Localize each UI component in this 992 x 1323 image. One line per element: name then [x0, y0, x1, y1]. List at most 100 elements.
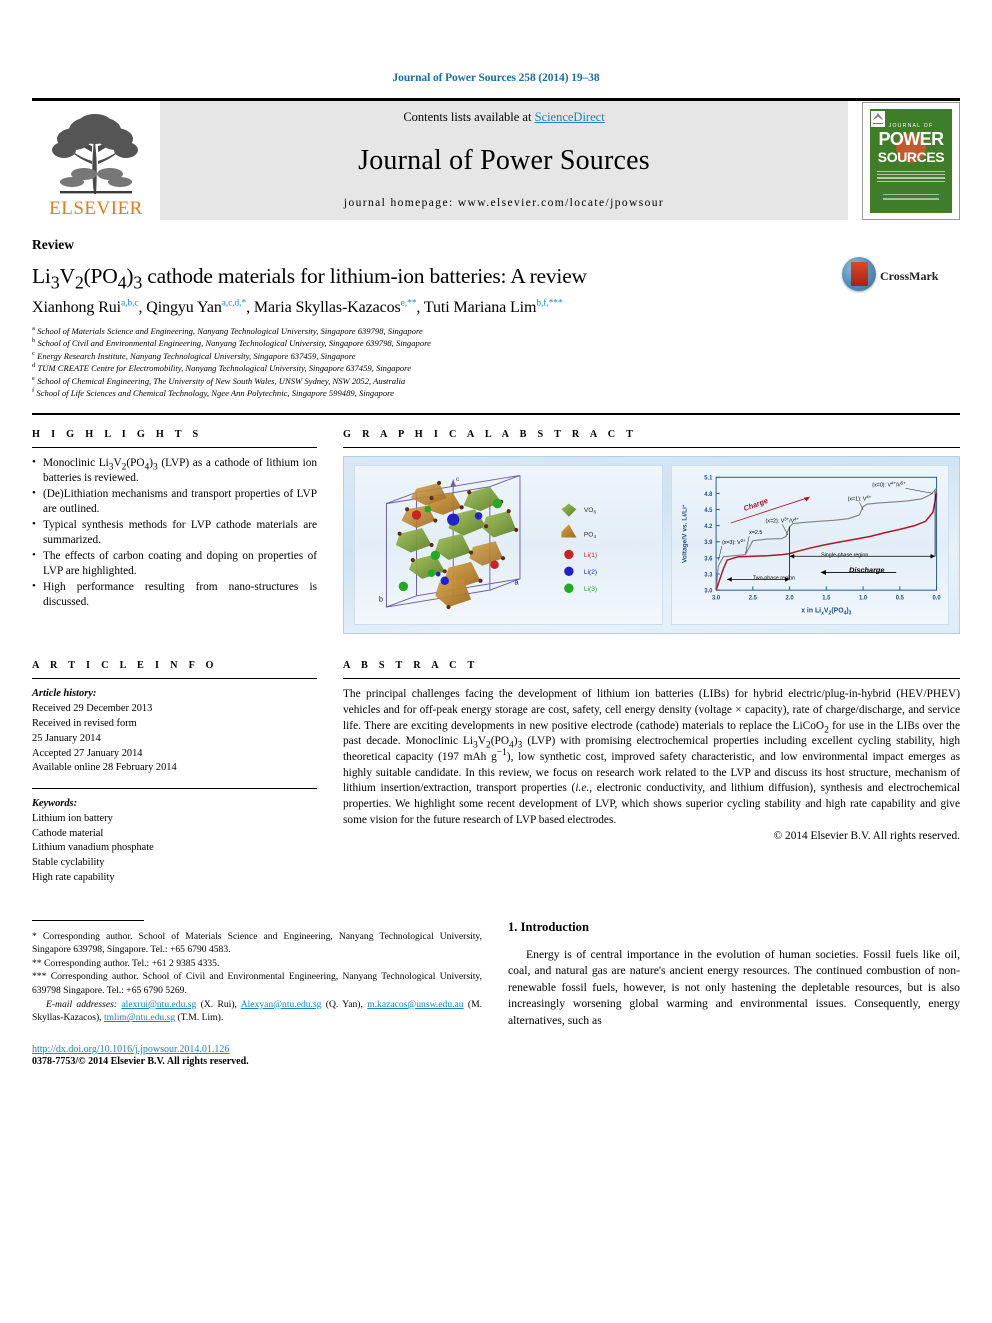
affiliation-item: e School of Chemical Engineering, The Un…: [32, 374, 406, 386]
svg-text:4.2: 4.2: [705, 524, 714, 530]
article-info-column: A R T I C L E I N F O Article history: R…: [32, 660, 317, 885]
author-affiliation-marks: b,f,***: [536, 298, 563, 309]
keyword-lines: Lithium ion battery Cathode material Lithi…: [32, 812, 317, 886]
page-title: Li3V2(PO4)3 cathode materials for lithiu…: [32, 264, 587, 293]
svg-text:Charge: Charge: [743, 496, 770, 513]
svg-text:(x=0): V4+/V5+: (x=0): V4+/V5+: [873, 481, 907, 489]
email-link[interactable]: Alexyan@ntu.edu.sg: [241, 999, 322, 1010]
email-owner: (Q. Yan): [325, 998, 361, 1010]
svg-text:2.5: 2.5: [749, 596, 758, 602]
history-line: Available online 28 February 2014: [32, 762, 177, 774]
highlights-column: H I G H L I G H T S Monoclinic Li3V2(PO4…: [32, 429, 317, 634]
abstract-text: The principal challenges facing the deve…: [343, 688, 961, 826]
history-line: Received in revised form: [32, 717, 137, 729]
highlights-graphical-row: H I G H L I G H T S Monoclinic Li3V2(PO4…: [32, 429, 960, 635]
journal-cover-box: JOURNAL OF POWER SOURCES: [848, 101, 960, 220]
svg-text:0.5: 0.5: [896, 596, 905, 602]
abstract-heading: A B S T R A C T: [343, 660, 479, 672]
li2-sphere: [447, 513, 460, 527]
cover-sources: SOURCES: [877, 148, 945, 165]
contents-line: Contents lists available at ScienceDirec…: [403, 110, 604, 125]
affiliation-list: a School of Materials Science and Engine…: [32, 325, 960, 400]
svg-text:5.1: 5.1: [705, 476, 714, 482]
running-head: Journal of Power Sources 258 (2014) 19–3…: [392, 72, 600, 84]
keywords-label: Keywords:: [32, 798, 78, 810]
issn-copyright: 0378-7753/© 2014 Elsevier B.V. All right…: [32, 1055, 249, 1067]
svg-text:1.0: 1.0: [859, 596, 868, 602]
graphical-abstract-heading: G R A P H I C A L A B S T R A C T: [343, 429, 638, 441]
journal-band: Contents lists available at ScienceDirec…: [160, 101, 848, 220]
crystal-structure-svg: c b a VO6 PO4 Li(1) Li(2) Li(3): [379, 475, 597, 610]
article-type: Review: [32, 237, 74, 252]
introduction-paragraph: Energy is of central importance in the e…: [508, 947, 960, 1028]
chart-container: 3.0 3.3 3.6 3.9 4.2 4.5 4.8 5.1 3.0 2.5 2.0 1.5 1.0 0…: [672, 466, 948, 624]
affiliation-item: c Energy Research Institute, Nanyang Tec…: [32, 349, 356, 361]
author-affiliation-marks: a,b,c: [121, 298, 139, 309]
voltage-chart-svg: 3.0 3.3 3.6 3.9 4.2 4.5 4.8 5.1 3.0 2.5 2.0 1.5 1.0 0…: [681, 476, 941, 617]
article-page: Journal of Power Sources 258 (2014) 19–3…: [0, 0, 992, 1323]
journal-homepage[interactable]: journal homepage: www.elsevier.com/locat…: [344, 197, 664, 209]
cover-power: POWER: [878, 128, 944, 149]
header-divider: [32, 413, 960, 416]
svg-text:1.5: 1.5: [823, 596, 832, 602]
corresponding-author-3: *** Corresponding author. School of Civi…: [32, 971, 482, 997]
svg-text:4.8: 4.8: [705, 492, 714, 498]
svg-text:3.0: 3.0: [705, 589, 714, 595]
affiliation-item: d TUM CREATE Centre for Electromobility,…: [32, 362, 412, 374]
article-history-block: Article history: Received 29 December 20…: [32, 687, 317, 776]
elsevier-tree-icon: [52, 114, 138, 194]
crystal-structure-panel: c b a VO6 PO4 Li(1) Li(2) Li(3): [354, 465, 664, 626]
svg-text:Discharge: Discharge: [849, 566, 884, 575]
li3-sphere: [492, 499, 503, 509]
svg-text:3.3: 3.3: [705, 573, 714, 579]
svg-text:Li(3): Li(3): [584, 587, 597, 594]
history-line: 25 January 2014: [32, 732, 101, 744]
keyword-item: Cathode material: [32, 827, 104, 839]
highlights-divider: [32, 447, 317, 449]
graphical-abstract-divider: [343, 447, 960, 449]
abstract-divider: [343, 678, 960, 680]
cover-journal-of: JOURNAL OF: [888, 122, 934, 129]
introduction-column: 1. Introduction Energy is of central imp…: [508, 920, 960, 1067]
svg-text:c: c: [456, 476, 460, 483]
journal-title: Journal of Power Sources: [358, 145, 650, 176]
doi-block: http://dx.doi.org/10.1016/j.jpowsour.201…: [32, 1044, 482, 1067]
author-name: Tuti Mariana Limb,f,***: [423, 298, 563, 316]
elsevier-logo: ELSEVIER: [32, 101, 160, 220]
author-name: Maria Skyllas-Kazacose,**: [253, 298, 417, 316]
info-abstract-row: A R T I C L E I N F O Article history: R…: [32, 660, 960, 885]
affiliation-item: a School of Materials Science and Engine…: [32, 324, 423, 336]
author-list: Xianhong Ruia,b,c, Qingyu Yana,c,d,*, Ma…: [32, 298, 563, 316]
svg-text:PO4: PO4: [584, 532, 597, 540]
email-owner: (T.M. Lim): [177, 1012, 221, 1024]
svg-text:x=2.5: x=2.5: [750, 531, 763, 537]
author-affiliation-marks: a,c,d,*: [221, 298, 247, 309]
svg-text:2.0: 2.0: [786, 596, 795, 602]
abstract-column: A B S T R A C T The principal challenges…: [343, 660, 960, 885]
highlight-item: High performance resulting from nano-str…: [32, 579, 317, 610]
voltage-curve-panel: 3.0 3.3 3.6 3.9 4.2 4.5 4.8 5.1 3.0 2.5 2.0 1.5 1.0 0…: [671, 465, 949, 626]
crossmark-badge[interactable]: CrossMark: [842, 237, 960, 291]
highlight-item: Monoclinic Li3V2(PO4)3 (LVP) as a cathod…: [32, 455, 317, 486]
svg-text:Voltage/V vs. Li/Li+: Voltage/V vs. Li/Li+: [681, 505, 689, 564]
svg-text:Li(1): Li(1): [584, 553, 597, 560]
article-info-divider: [32, 678, 317, 680]
graphical-abstract-image: c b a VO6 PO4 Li(1) Li(2) Li(3) 3.0 3.3 …: [343, 456, 960, 635]
svg-text:4.5: 4.5: [705, 508, 714, 514]
history-line: Received 29 December 2013: [32, 703, 153, 715]
email-link[interactable]: tmlim@ntu.edu.sg: [104, 1012, 175, 1023]
email-link[interactable]: alexrui@ntu.edu.sg: [121, 999, 196, 1010]
li1-sphere: [411, 510, 422, 521]
corresponding-author-2: ** Corresponding author. Tel.: +61 2 938…: [32, 957, 220, 969]
footer-intro-row: * Corresponding author. School of Materi…: [32, 919, 960, 1067]
svg-text:3.0: 3.0: [712, 596, 721, 602]
doi-link[interactable]: http://dx.doi.org/10.1016/j.jpowsour.201…: [32, 1044, 482, 1055]
cover-footer-lines: [883, 193, 939, 203]
author-name: Qingyu Yana,c,d,*: [146, 298, 247, 316]
email-link[interactable]: m.kazacos@unsw.edu.au: [367, 999, 463, 1010]
svg-text:Two-phase region: Two-phase region: [753, 576, 795, 582]
article-info-heading: A R T I C L E I N F O: [32, 660, 218, 672]
svg-text:3.9: 3.9: [705, 541, 714, 547]
article-history-lines: Received 29 December 2013 Received in rev…: [32, 702, 317, 776]
sciencedirect-link[interactable]: ScienceDirect: [535, 110, 605, 124]
